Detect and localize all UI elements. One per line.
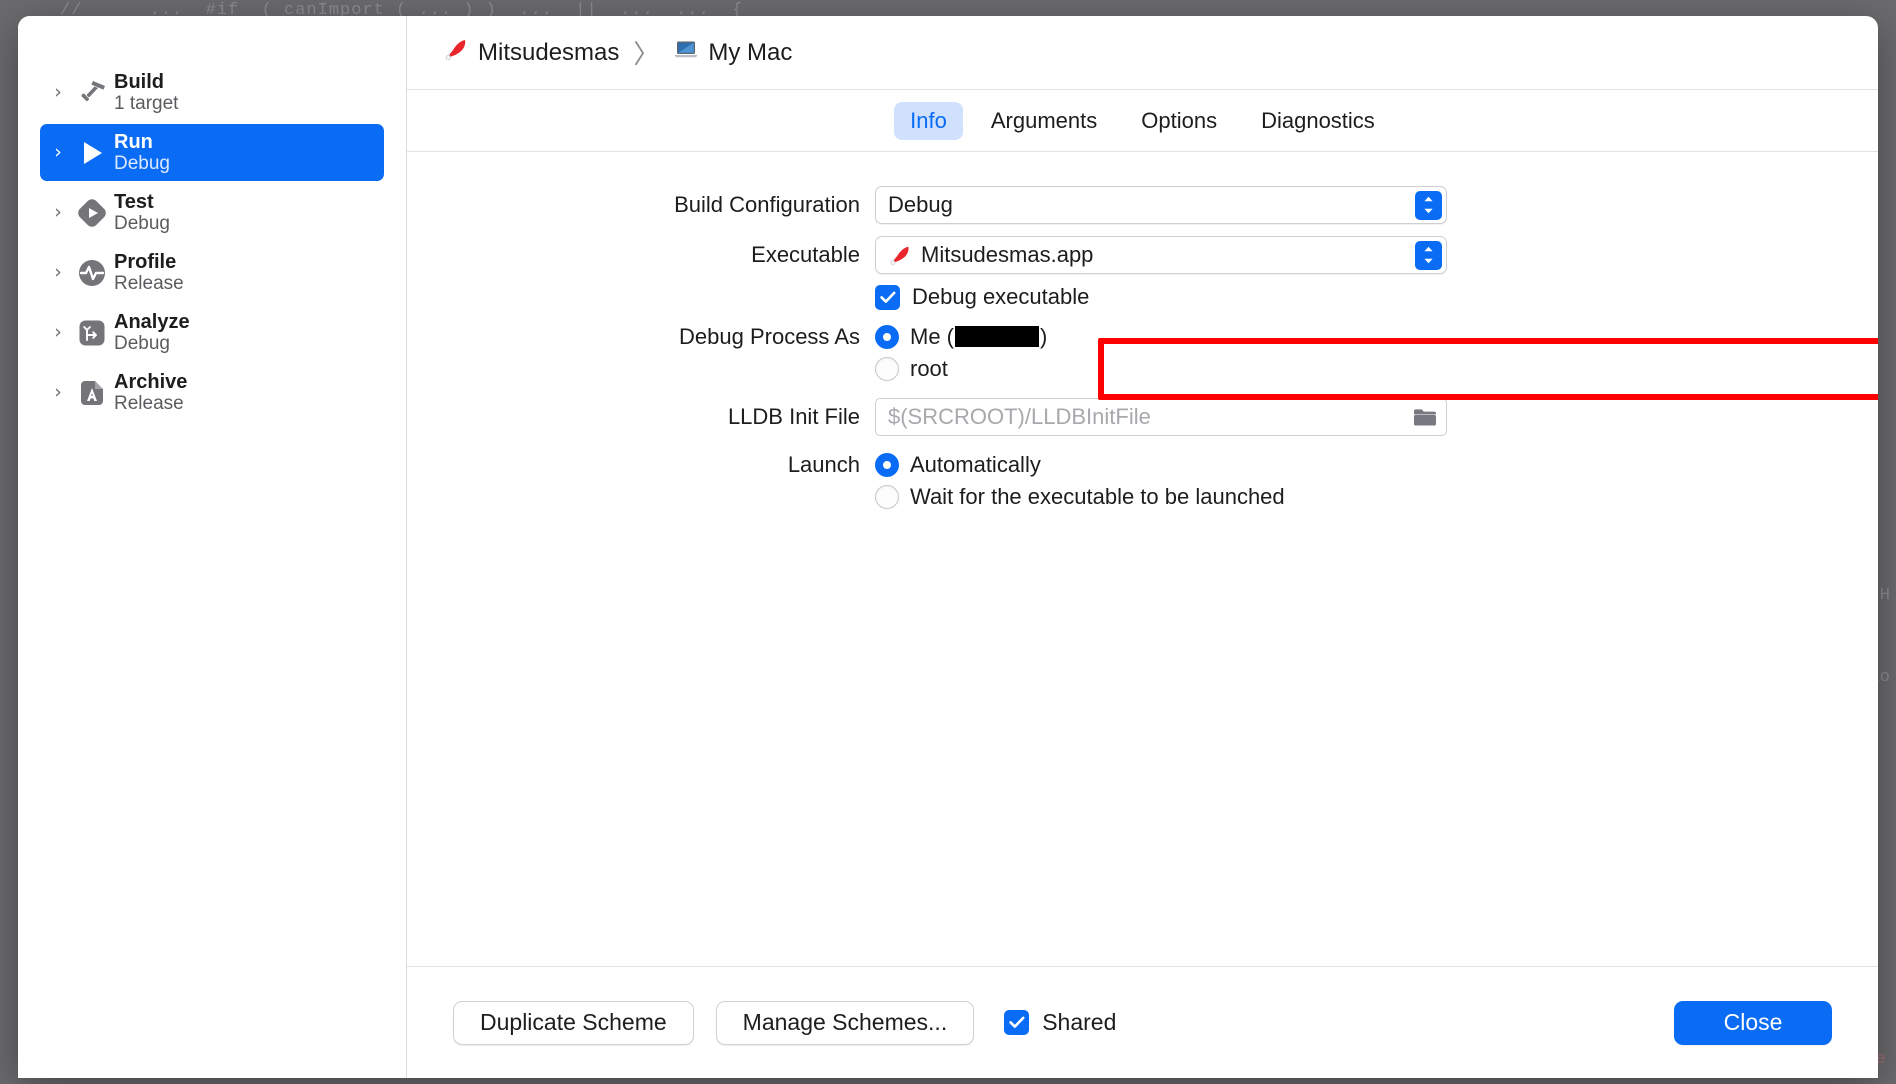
sidebar-item-run[interactable]: › Run Debug	[40, 124, 384, 181]
build-configuration-value: Debug	[888, 192, 953, 217]
launch-automatically-label: Automatically	[910, 452, 1041, 477]
play-icon	[70, 137, 114, 169]
santa-hat-app-icon	[443, 36, 469, 69]
duplicate-scheme-button[interactable]: Duplicate Scheme	[453, 1000, 694, 1045]
sidebar-item-title: Build	[114, 70, 164, 93]
sidebar-item-subtitle: Debug	[114, 333, 170, 355]
sidebar-item-title: Run	[114, 130, 153, 153]
sidebar-item-archive[interactable]: › Archive Release	[40, 364, 384, 421]
hammer-icon	[70, 77, 114, 109]
executable-value-wrap: Mitsudesmas.app	[888, 242, 1415, 268]
sidebar-item-title: Analyze	[114, 310, 190, 333]
santa-hat-app-icon	[888, 243, 912, 267]
test-diamond-icon	[70, 197, 114, 229]
chevron-right-icon[interactable]: ›	[46, 83, 70, 102]
radio-selected-icon	[875, 325, 899, 349]
checkmark-icon	[1004, 1010, 1030, 1035]
chevron-up-down-icon[interactable]	[1415, 190, 1442, 220]
analyze-icon	[70, 317, 114, 349]
launch-option-wait[interactable]: Wait for the executable to be launched	[875, 484, 1285, 510]
sidebar-item-subtitle: Debug	[114, 153, 170, 175]
breadcrumb: Mitsudesmas 〉 My Mac	[443, 34, 792, 71]
scheme-tabbar: Info Arguments Options Diagnostics	[407, 90, 1878, 152]
row-executable: Executable Mitsudesmas.app	[407, 236, 1878, 274]
row-build-configuration: Build Configuration Debug	[407, 186, 1878, 224]
chevron-right-icon[interactable]: ›	[46, 263, 70, 282]
scheme-detail-pane: Mitsudesmas 〉 My Mac Info Arguments Opti…	[407, 16, 1878, 1078]
row-launch: Launch Automatically	[407, 452, 1878, 478]
radio-unselected-icon	[875, 357, 899, 381]
breadcrumb-destination-label: My Mac	[708, 38, 793, 66]
sidebar-item-title: Test	[114, 190, 154, 213]
info-tab-content: Build Configuration Debug Executable Mit…	[407, 152, 1878, 966]
build-configuration-popup[interactable]: Debug	[875, 186, 1447, 224]
chevron-right-icon[interactable]: ›	[46, 383, 70, 402]
debug-process-as-root-label: root	[910, 356, 948, 381]
sidebar-item-title: Profile	[114, 250, 177, 273]
chevron-right-icon[interactable]: ›	[46, 143, 70, 162]
breadcrumb-scheme[interactable]: Mitsudesmas	[443, 36, 619, 69]
pulse-icon	[70, 257, 114, 289]
launch-option-automatically[interactable]: Automatically	[875, 452, 1041, 478]
scheme-footer: Duplicate Scheme Manage Schemes... Share…	[407, 966, 1878, 1078]
sidebar-item-title: Archive	[114, 370, 188, 393]
debug-executable-checkbox[interactable]: Debug executable	[875, 284, 1089, 310]
shared-checkbox[interactable]: Shared	[1004, 1009, 1116, 1036]
sidebar-item-subtitle: Release	[114, 273, 184, 295]
sidebar-item-subtitle: 1 target	[114, 93, 179, 115]
breadcrumb-destination[interactable]: My Mac	[673, 36, 792, 69]
sidebar-item-test[interactable]: › Test Debug	[40, 184, 384, 241]
radio-unselected-icon	[875, 485, 899, 509]
tab-arguments[interactable]: Arguments	[975, 102, 1113, 140]
sidebar-item-build[interactable]: › Build 1 target	[40, 64, 384, 121]
scheme-titlebar: Mitsudesmas 〉 My Mac	[407, 16, 1878, 90]
row-launch-wait: Wait for the executable to be launched	[407, 484, 1878, 510]
chevron-right-icon[interactable]: ›	[46, 323, 70, 342]
row-debug-executable: Debug executable	[407, 284, 1878, 310]
redacted-username	[955, 326, 1039, 347]
breadcrumb-scheme-label: Mitsudesmas	[478, 38, 620, 66]
sidebar-item-subtitle: Release	[114, 393, 184, 415]
launch-wait-label: Wait for the executable to be launched	[910, 484, 1285, 509]
debug-process-as-option-root[interactable]: root	[875, 356, 948, 382]
shared-label: Shared	[1042, 1009, 1117, 1035]
row-lldb-init-file: LLDB Init File $(SRCROOT)/LLDBInitFile	[407, 398, 1878, 436]
executable-value: Mitsudesmas.app	[921, 242, 1094, 267]
close-button[interactable]: Close	[1674, 1000, 1832, 1045]
build-configuration-label: Build Configuration	[674, 192, 860, 217]
debug-executable-label: Debug executable	[912, 284, 1090, 309]
sidebar-item-analyze[interactable]: › Analyze Debug	[40, 304, 384, 361]
tab-info[interactable]: Info	[894, 101, 963, 140]
sidebar-item-profile[interactable]: › Profile Release	[40, 244, 384, 301]
sidebar-item-subtitle: Debug	[114, 213, 170, 235]
archive-icon	[70, 377, 114, 409]
lldb-init-file-placeholder: $(SRCROOT)/LLDBInitFile	[888, 404, 1151, 429]
chevron-right-icon[interactable]: ›	[46, 203, 70, 222]
debug-process-as-me-label: Me ()	[910, 324, 1048, 349]
folder-icon[interactable]	[1410, 404, 1440, 430]
chevron-up-down-icon[interactable]	[1415, 240, 1442, 270]
laptop-icon	[673, 36, 699, 69]
debug-process-as-label: Debug Process As	[679, 324, 860, 349]
launch-label: Launch	[787, 452, 860, 477]
tab-options[interactable]: Options	[1125, 102, 1233, 140]
checkmark-icon	[875, 284, 900, 310]
scheme-actions-sidebar: › Build 1 target › Run Debug › Test Debu…	[18, 16, 407, 1078]
executable-popup[interactable]: Mitsudesmas.app	[875, 236, 1447, 274]
radio-selected-icon	[875, 453, 899, 477]
scheme-editor-sheet: › Build 1 target › Run Debug › Test Debu…	[18, 16, 1878, 1078]
lldb-init-file-label: LLDB Init File	[727, 404, 860, 429]
row-debug-process-as-root: root	[407, 356, 1878, 382]
executable-label: Executable	[751, 242, 860, 267]
row-debug-process-as: Debug Process As Me ()	[407, 324, 1878, 350]
chevron-right-icon: 〉	[633, 40, 660, 70]
debug-process-as-option-me[interactable]: Me ()	[875, 324, 1047, 350]
lldb-init-file-field[interactable]: $(SRCROOT)/LLDBInitFile	[875, 398, 1447, 436]
tab-diagnostics[interactable]: Diagnostics	[1245, 102, 1391, 140]
manage-schemes-button[interactable]: Manage Schemes...	[715, 1000, 975, 1045]
